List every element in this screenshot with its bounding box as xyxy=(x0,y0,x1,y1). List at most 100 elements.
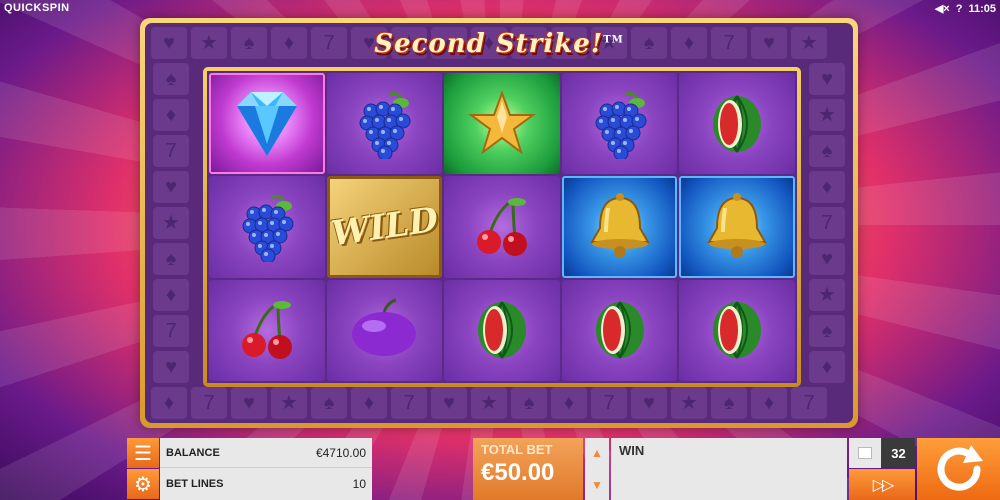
stop-square-icon xyxy=(858,447,872,459)
border-tile: 7 xyxy=(809,207,845,239)
total-bet-panel[interactable]: TOTAL BET €50.00 xyxy=(473,438,583,500)
border-tile: ♦ xyxy=(271,27,307,59)
border-tile: ♥ xyxy=(153,171,189,203)
watermelon-symbol-icon xyxy=(702,92,772,156)
spin-button[interactable] xyxy=(917,438,1000,500)
total-bet-label: TOTAL BET xyxy=(481,442,553,457)
bell-symbol-icon xyxy=(582,192,658,262)
settings-button[interactable]: ⚙ xyxy=(127,469,159,499)
bell-symbol-icon xyxy=(699,192,775,262)
border-tile: ♦ xyxy=(671,27,707,59)
star-symbol-icon xyxy=(467,89,537,159)
border-tile: ♥ xyxy=(153,351,189,383)
speaker-muted-icon[interactable]: ◀× xyxy=(935,2,950,15)
border-tile: ★ xyxy=(191,27,227,59)
border-tile: 7 xyxy=(311,27,347,59)
menu-button[interactable]: ☰ xyxy=(127,438,159,468)
autoplay-column: 32 ▷▷ xyxy=(849,438,915,500)
reel-cell xyxy=(209,176,325,278)
balance-value: €4710.00 xyxy=(315,445,366,460)
reels-frame: WILD xyxy=(203,67,801,387)
border-tile: ♠ xyxy=(711,387,747,419)
border-tile: ★ xyxy=(671,387,707,419)
border-tile: ♠ xyxy=(153,243,189,275)
help-button[interactable]: ? xyxy=(956,3,963,15)
reel-cell: WILD xyxy=(326,176,443,278)
border-tile: ★ xyxy=(471,387,507,419)
balance-label: BALANCE xyxy=(166,446,220,459)
win-label: WIN xyxy=(619,443,645,458)
border-tile: ♦ xyxy=(809,351,845,383)
total-bet-value: €50.00 xyxy=(481,459,555,486)
reel-cell xyxy=(444,279,560,381)
status-area: ◀× ? 11:05 xyxy=(935,2,996,16)
grapes-symbol-icon xyxy=(349,89,419,159)
watermelon-symbol-icon xyxy=(702,298,772,362)
brand-logo: QUICKSPIN xyxy=(4,2,70,14)
menu-column: ☰ ⚙ xyxy=(127,438,159,500)
fast-forward-icon: ▷▷ xyxy=(872,476,895,494)
fast-forward-button[interactable]: ▷▷ xyxy=(849,469,915,500)
bet-decrease-button[interactable]: ▼ xyxy=(585,470,609,500)
watermelon-symbol-icon xyxy=(585,298,655,362)
border-tile: ♦ xyxy=(151,387,187,419)
border-tile: 7 xyxy=(153,315,189,347)
game-title: Second Strike!TM xyxy=(374,29,624,59)
bet-stepper: ▲ ▼ xyxy=(585,438,609,500)
frame-border: ♦ ♥ ♠ 7 ★ ♦ ♥ ♠ 7 ★ ♦ ♥ ♠ 7 ★ ♦ ♥ ♠ 7 ★ ♦ ♥ ♠ 7 ★ ♦ ♥ ♠ 7 ★ ♦ ♥ ♠ 7 ★ ♦ ♥ ♠ 7 ★… xyxy=(145,23,853,423)
border-tile: ♠ xyxy=(809,315,845,347)
border-tile: 7 xyxy=(153,135,189,167)
bottom-bar: ☰ ⚙ BALANCE €4710.00 BET LINES 10 TOTAL … xyxy=(127,438,1000,500)
border-tile: ♥ xyxy=(809,63,845,95)
border-tile: ♥ xyxy=(809,243,845,275)
cherries-symbol-icon xyxy=(232,295,302,365)
border-tile: ♠ xyxy=(631,27,667,59)
betlines-label: BET LINES xyxy=(166,478,224,490)
border-tile: 7 xyxy=(391,387,427,419)
reel-cell xyxy=(561,279,678,381)
border-tile: ♦ xyxy=(351,387,387,419)
reel-cell xyxy=(679,279,795,381)
border-tile: ♦ xyxy=(153,99,189,131)
gear-icon: ⚙ xyxy=(134,473,152,496)
grapes-symbol-icon xyxy=(232,192,302,262)
border-tile: ♠ xyxy=(153,63,189,95)
border-tile: ♥ xyxy=(431,387,467,419)
diamond-symbol-icon xyxy=(219,84,315,164)
border-tile: ♥ xyxy=(751,27,787,59)
autoplay-button[interactable] xyxy=(849,438,881,468)
border-tile: ★ xyxy=(809,279,845,311)
reel-cell xyxy=(679,73,795,175)
wild-label: WILD xyxy=(328,199,441,255)
hamburger-icon: ☰ xyxy=(134,442,152,465)
triangle-down-icon: ▼ xyxy=(591,478,603,492)
border-tile: ★ xyxy=(153,207,189,239)
border-tile: ♦ xyxy=(809,171,845,203)
cherries-symbol-icon xyxy=(467,192,537,262)
clock: 11:05 xyxy=(968,2,996,15)
border-tile: ♦ xyxy=(551,387,587,419)
spin-arrow-icon xyxy=(937,445,983,491)
reels-grid: WILD xyxy=(207,71,797,383)
top-bar: QUICKSPIN ◀× ? 11:05 xyxy=(0,0,1000,16)
border-tile: 7 xyxy=(591,387,627,419)
border-tile: ★ xyxy=(809,99,845,131)
border-tile: ♥ xyxy=(631,387,667,419)
border-tile: ★ xyxy=(791,27,827,59)
info-panel: BALANCE €4710.00 BET LINES 10 xyxy=(160,438,372,500)
wild-symbol: WILD xyxy=(330,200,440,255)
border-tile: 7 xyxy=(191,387,227,419)
win-panel: WIN xyxy=(611,438,847,500)
reel-cell xyxy=(209,279,325,381)
reel-cell xyxy=(679,176,795,278)
reel-cell xyxy=(444,73,560,175)
border-tile: ♠ xyxy=(809,135,845,167)
balance-row: BALANCE €4710.00 xyxy=(160,438,372,468)
bet-increase-button[interactable]: ▲ xyxy=(585,438,609,468)
border-tile: ♥ xyxy=(151,27,187,59)
border-tile: ♦ xyxy=(153,279,189,311)
plum-symbol-icon xyxy=(344,298,424,362)
autospin-count: 32 xyxy=(882,438,915,468)
border-tile: ♠ xyxy=(511,387,547,419)
border-tile: 7 xyxy=(711,27,747,59)
